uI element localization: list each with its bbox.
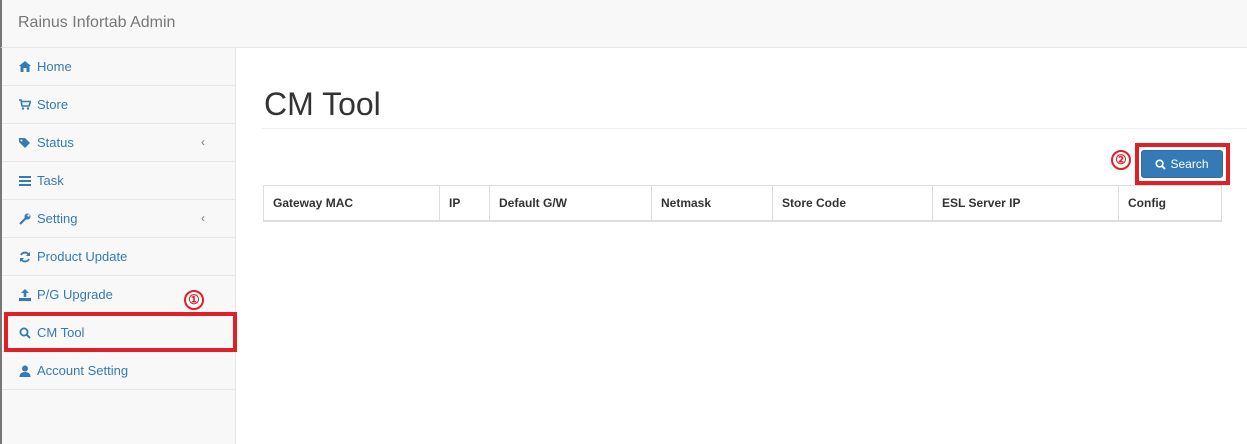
sidebar-item-store[interactable]: Store xyxy=(2,86,235,124)
sidebar-item-label: P/G Upgrade xyxy=(37,287,113,302)
sidebar: Home Store Status ‹ Task Setting ‹ Produ… xyxy=(0,48,236,444)
step-marker-2: ② xyxy=(1111,150,1131,170)
cm-tool-table: Gateway MAC IP Default G/W Netmask Store… xyxy=(263,185,1222,222)
search-icon xyxy=(1155,158,1167,170)
home-icon xyxy=(18,60,32,74)
step-marker-1: ① xyxy=(184,290,204,310)
column-header[interactable]: IP xyxy=(439,185,490,222)
title-divider xyxy=(262,128,1247,129)
sidebar-item-label: Account Setting xyxy=(37,363,129,378)
tags-icon xyxy=(18,136,32,150)
sidebar-item-status[interactable]: Status ‹ xyxy=(2,124,235,162)
column-header[interactable]: Default G/W xyxy=(489,185,652,222)
chevron-left-icon: ‹ xyxy=(201,135,205,149)
table-header-row: Gateway MAC IP Default G/W Netmask Store… xyxy=(263,185,1222,222)
sidebar-item-label: Store xyxy=(37,97,69,112)
list-icon xyxy=(18,174,32,188)
page-title: CM Tool xyxy=(264,86,381,122)
refresh-icon xyxy=(18,250,32,264)
top-navbar: Rainus Infortab Admin xyxy=(0,0,1247,48)
highlight-box-cm-tool xyxy=(4,312,237,352)
sidebar-item-label: Product Update xyxy=(37,249,128,264)
sidebar-item-label: Task xyxy=(37,173,64,188)
search-button[interactable]: Search xyxy=(1141,150,1223,178)
chevron-left-icon: ‹ xyxy=(201,211,205,225)
sidebar-item-product-update[interactable]: Product Update xyxy=(2,238,235,276)
sidebar-item-label: Status xyxy=(37,135,74,150)
user-icon xyxy=(18,364,32,378)
column-header[interactable]: Store Code xyxy=(772,185,933,222)
wrench-icon xyxy=(18,212,32,226)
sidebar-item-label: Setting xyxy=(37,211,78,226)
column-header[interactable]: ESL Server IP xyxy=(932,185,1119,222)
sidebar-item-task[interactable]: Task xyxy=(2,162,235,200)
column-header[interactable]: Config xyxy=(1118,185,1222,222)
brand-title[interactable]: Rainus Infortab Admin xyxy=(18,14,175,32)
sidebar-item-setting[interactable]: Setting ‹ xyxy=(2,200,235,238)
upload-icon xyxy=(18,288,32,302)
sidebar-item-home[interactable]: Home xyxy=(2,48,235,86)
column-header[interactable]: Gateway MAC xyxy=(263,185,440,222)
cart-icon xyxy=(18,98,32,112)
sidebar-item-label: Home xyxy=(37,59,72,74)
search-button-label: Search xyxy=(1170,157,1209,171)
sidebar-item-account-setting[interactable]: Account Setting xyxy=(2,352,235,390)
column-header[interactable]: Netmask xyxy=(651,185,773,222)
